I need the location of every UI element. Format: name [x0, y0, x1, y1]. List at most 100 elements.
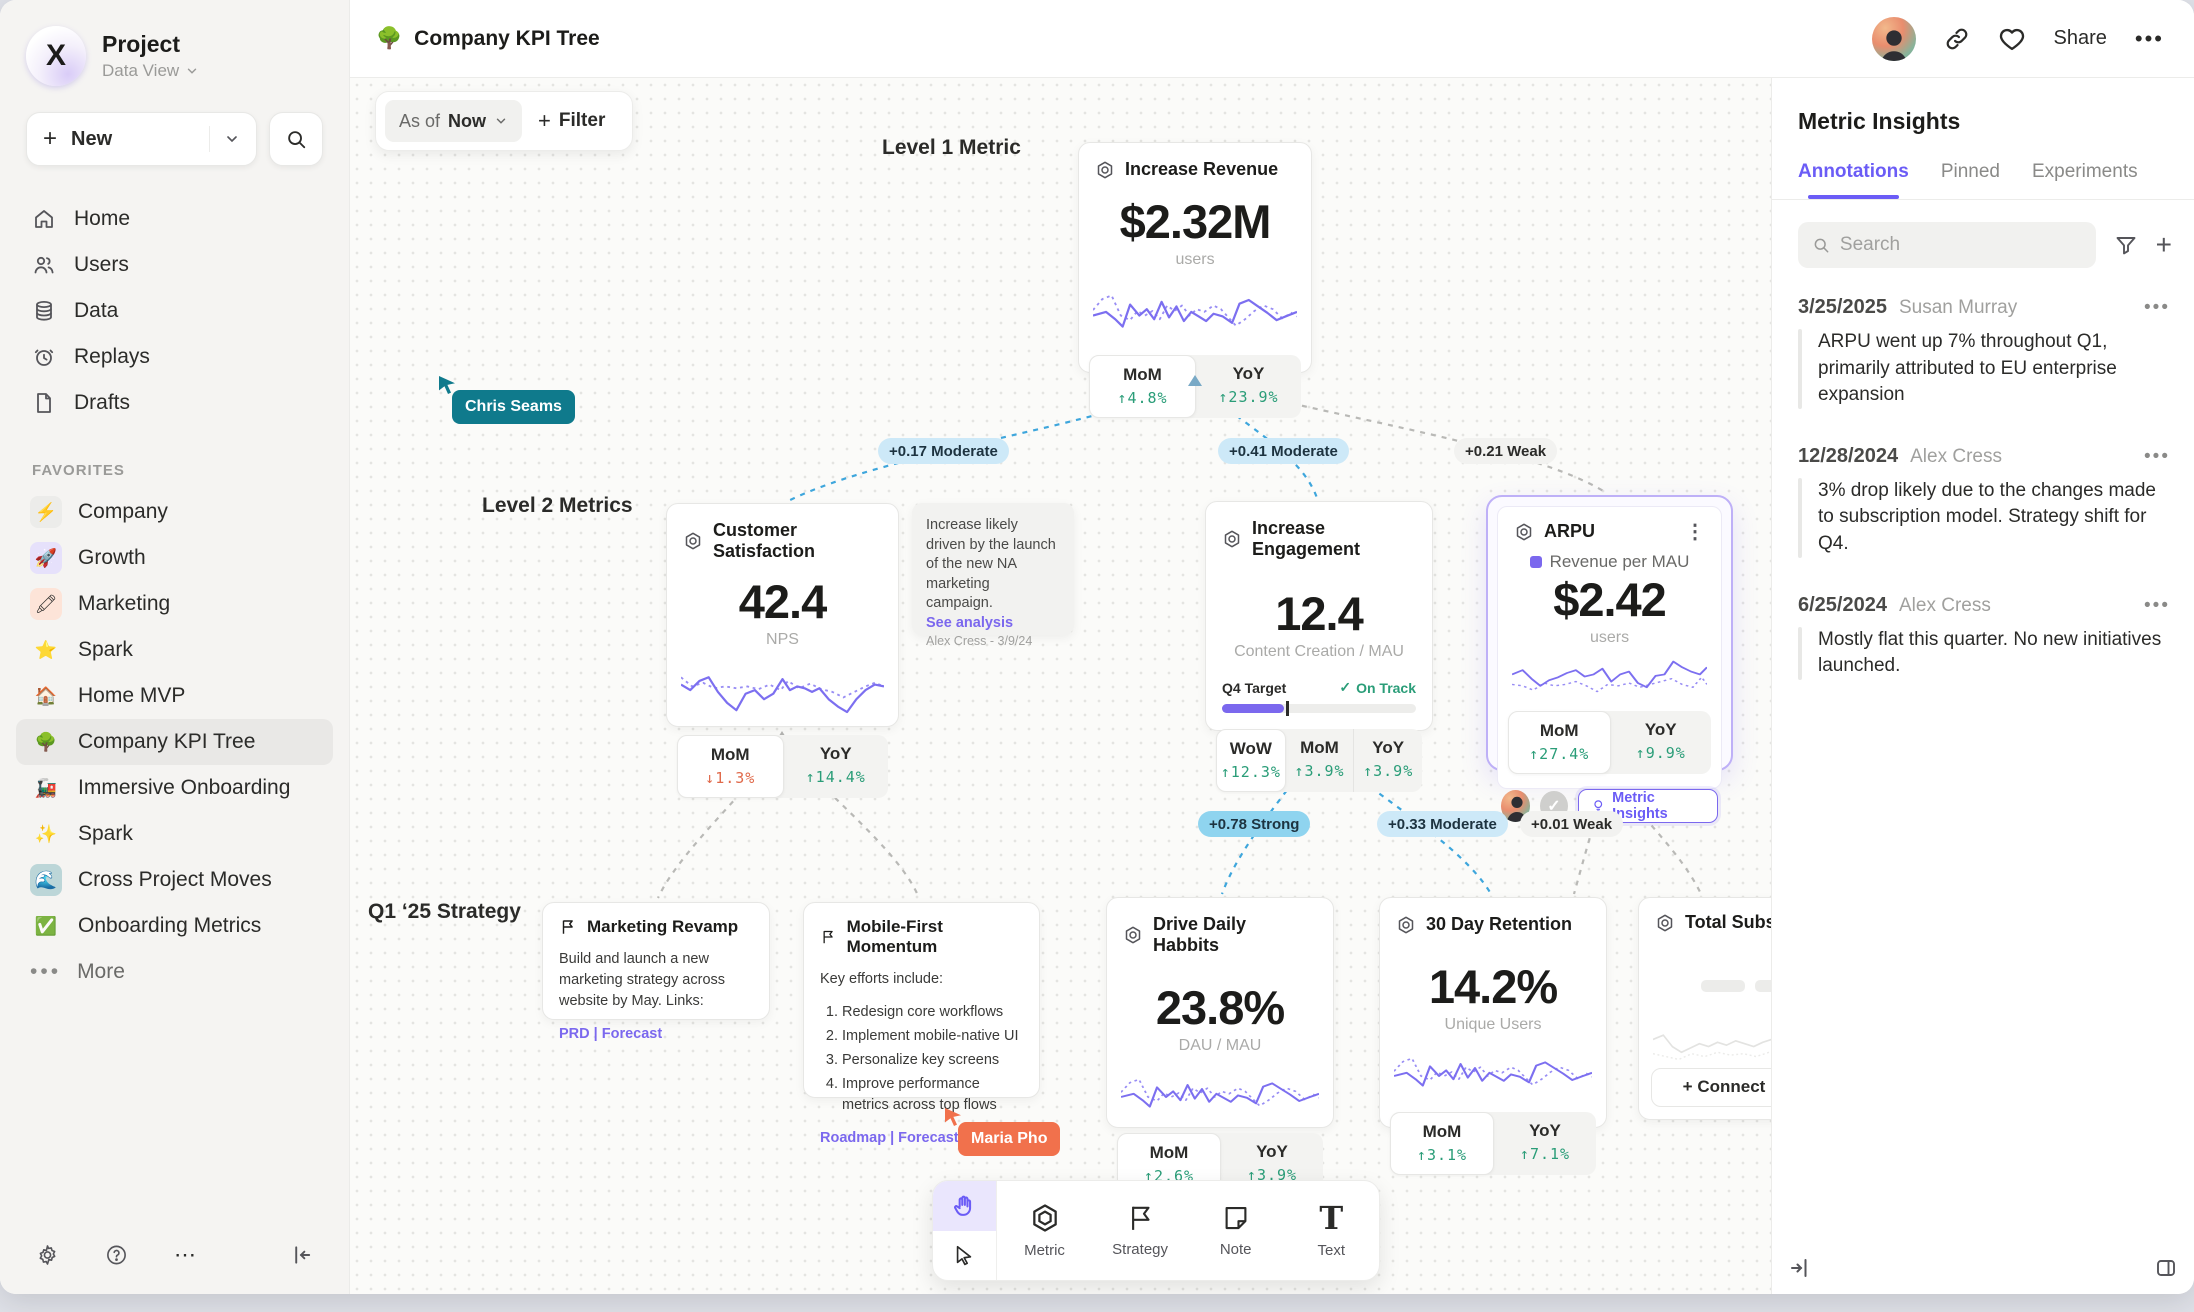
- sidebar-item-growth[interactable]: 🚀 Growth: [16, 535, 333, 581]
- annotation-item[interactable]: 12/28/2024 Alex Cress ••• 3% drop likely…: [1798, 445, 2170, 558]
- expand-panel-icon[interactable]: [1788, 1256, 1812, 1280]
- star-icon: ⭐: [30, 634, 62, 666]
- strategy-tool[interactable]: Strategy: [1092, 1181, 1188, 1280]
- panel-footer: [1772, 1256, 2194, 1280]
- edge-label: +0.21 Weak: [1454, 438, 1557, 464]
- sidebar-item-company[interactable]: ⚡ Company: [16, 489, 333, 535]
- filter-button[interactable]: + Filter: [538, 108, 605, 134]
- annotations-search[interactable]: [1798, 222, 2096, 268]
- metric-value: $2.32M: [1079, 194, 1311, 249]
- strategy-description: Build and launch a new marketing strateg…: [559, 949, 753, 1012]
- metric-value: $2.42: [1498, 572, 1721, 627]
- annotation-item[interactable]: 3/25/2025 Susan Murray ••• ARPU went up …: [1798, 296, 2170, 409]
- add-annotation-icon[interactable]: +: [2156, 231, 2172, 259]
- sidebar-item-cross-project-moves[interactable]: 🌊 Cross Project Moves: [16, 857, 333, 903]
- card-menu-icon[interactable]: ⋮: [1685, 519, 1705, 544]
- connect-data-button[interactable]: + Connect: [1651, 1068, 1771, 1107]
- select-tool[interactable]: [933, 1231, 996, 1281]
- stat-mom: MoM ↑4.8%: [1089, 355, 1196, 418]
- sidebar-item-drafts[interactable]: Drafts: [0, 380, 349, 426]
- tab-annotations[interactable]: Annotations: [1798, 161, 1909, 199]
- metric-unit: Content Creation / MAU: [1206, 643, 1432, 661]
- sparkline-chart: [1512, 653, 1707, 703]
- metric-card-increase-revenue[interactable]: Increase Revenue $2.32M users MoM ↑4.8%: [1078, 142, 1312, 373]
- copy-link-icon[interactable]: [1944, 26, 1970, 52]
- project-header[interactable]: X Project Data View: [0, 0, 349, 86]
- more-options-icon[interactable]: ⋯: [174, 1242, 198, 1268]
- view-controls: As of Now + Filter: [375, 91, 633, 151]
- share-button[interactable]: Share: [2054, 27, 2107, 50]
- sidebar-item-company-kpi-tree[interactable]: 🌳 Company KPI Tree: [16, 719, 333, 765]
- sidebar-item-spark-2[interactable]: ✨ Spark: [16, 811, 333, 857]
- sidebar-item-home-mvp[interactable]: 🏠 Home MVP: [16, 673, 333, 719]
- metric-card-increase-engagement[interactable]: Increase Engagement 12.4 Content Creatio…: [1205, 501, 1433, 731]
- project-view-switcher[interactable]: Data View: [102, 61, 199, 81]
- metric-card-arpu-selected[interactable]: ARPU ⋮ Revenue per MAU $2.42 users: [1486, 495, 1733, 771]
- stat-mom: MoM ↑27.4%: [1508, 711, 1611, 774]
- collapse-sidebar-icon[interactable]: [290, 1242, 313, 1268]
- sidebar-item-spark[interactable]: ⭐ Spark: [16, 627, 333, 673]
- metric-card-total-subscriptions[interactable]: Total Subscriptions + Connect: [1638, 897, 1771, 1120]
- sidebar: X Project Data View + New: [0, 0, 350, 1294]
- sparkline-chart: [1121, 1065, 1319, 1121]
- sidebar-item-marketing[interactable]: 🖍 Marketing: [16, 581, 333, 627]
- sparkline-chart: [1394, 1044, 1592, 1100]
- strategy-card-mobile-first[interactable]: Mobile-First Momentum Key efforts includ…: [803, 902, 1040, 1098]
- sidebar-item-onboarding-metrics[interactable]: ✅ Onboarding Metrics: [16, 903, 333, 949]
- q4-target-progress: Q4 Target ✓ On Track: [1222, 679, 1416, 713]
- search-icon: [285, 128, 307, 150]
- sidebar-more[interactable]: ••• More: [30, 949, 349, 995]
- as-of-selector[interactable]: As of Now: [385, 100, 522, 142]
- check-box-icon: ✅: [30, 910, 62, 942]
- strategy-section-label: Q1 ‘25 Strategy: [368, 900, 521, 924]
- quote-bar: [1798, 478, 1802, 558]
- annotation-item[interactable]: 6/25/2024 Alex Cress ••• Mostly flat thi…: [1798, 594, 2170, 680]
- hand-tool[interactable]: [933, 1181, 996, 1231]
- help-icon[interactable]: [105, 1242, 128, 1268]
- annotation-menu-icon[interactable]: •••: [2144, 446, 2170, 468]
- kpi-tree-canvas[interactable]: As of Now + Filter Level 1 Metric Level …: [350, 78, 1771, 1294]
- panel-title: Metric Insights: [1772, 78, 2194, 135]
- annotation-author: Susan Murray: [1899, 297, 2017, 319]
- sidebar-item-users[interactable]: Users: [0, 242, 349, 288]
- database-icon: [32, 299, 56, 323]
- metric-card-customer-satisfaction[interactable]: Customer Satisfaction 42.4 NPS MoM ↓1.3: [666, 503, 899, 727]
- series-legend: Revenue per MAU: [1498, 552, 1721, 572]
- text-tool[interactable]: T Text: [1283, 1181, 1379, 1280]
- note-tool[interactable]: Note: [1188, 1181, 1284, 1280]
- tab-pinned[interactable]: Pinned: [1941, 161, 2000, 199]
- sidebar-item-data[interactable]: Data: [0, 288, 349, 334]
- user-avatar[interactable]: [1872, 17, 1916, 61]
- stat-wow: WoW ↑12.3%: [1216, 729, 1286, 792]
- sidebar-item-home[interactable]: Home: [0, 196, 349, 242]
- chevron-down-icon[interactable]: [224, 131, 240, 147]
- annotation-date: 3/25/2025: [1798, 296, 1887, 319]
- strategy-links[interactable]: PRD | Forecast: [559, 1026, 753, 1042]
- gear-icon[interactable]: [36, 1242, 59, 1268]
- sidebar-item-replays[interactable]: Replays: [0, 334, 349, 380]
- metric-tool[interactable]: Metric: [997, 1181, 1093, 1280]
- flag-icon: [1125, 1203, 1155, 1233]
- quote-bar: [1798, 627, 1802, 680]
- ellipsis-icon: •••: [30, 960, 61, 984]
- tab-experiments[interactable]: Experiments: [2032, 161, 2138, 199]
- metric-unit: NPS: [667, 631, 898, 649]
- search-input[interactable]: [1840, 234, 2082, 256]
- metric-card-30-day-retention[interactable]: 30 Day Retention 14.2% Unique Users MoM: [1379, 897, 1607, 1128]
- annotation-menu-icon[interactable]: •••: [2144, 297, 2170, 319]
- sidebar-item-immersive-onboarding[interactable]: 🚂 Immersive Onboarding: [16, 765, 333, 811]
- see-analysis-link[interactable]: See analysis: [926, 614, 1060, 634]
- strategy-card-marketing-revamp[interactable]: Marketing Revamp Build and launch a new …: [542, 902, 770, 1020]
- annotation-note[interactable]: Increase likely driven by the launch of …: [912, 503, 1074, 635]
- search-button[interactable]: [269, 112, 323, 166]
- overflow-menu-icon[interactable]: •••: [2135, 26, 2164, 52]
- toggle-panel-icon[interactable]: [2154, 1256, 2178, 1280]
- metric-card-drive-daily-habbits[interactable]: Drive Daily Habbits 23.8% DAU / MAU MoM: [1106, 897, 1334, 1128]
- favorite-heart-icon[interactable]: [1998, 25, 2026, 53]
- clock-icon: [32, 345, 56, 369]
- new-button[interactable]: + New: [26, 112, 257, 166]
- annotation-date: 6/25/2024: [1798, 594, 1887, 617]
- filter-funnel-icon[interactable]: [2114, 233, 2138, 257]
- new-button-label: New: [71, 128, 195, 151]
- annotation-menu-icon[interactable]: •••: [2144, 595, 2170, 617]
